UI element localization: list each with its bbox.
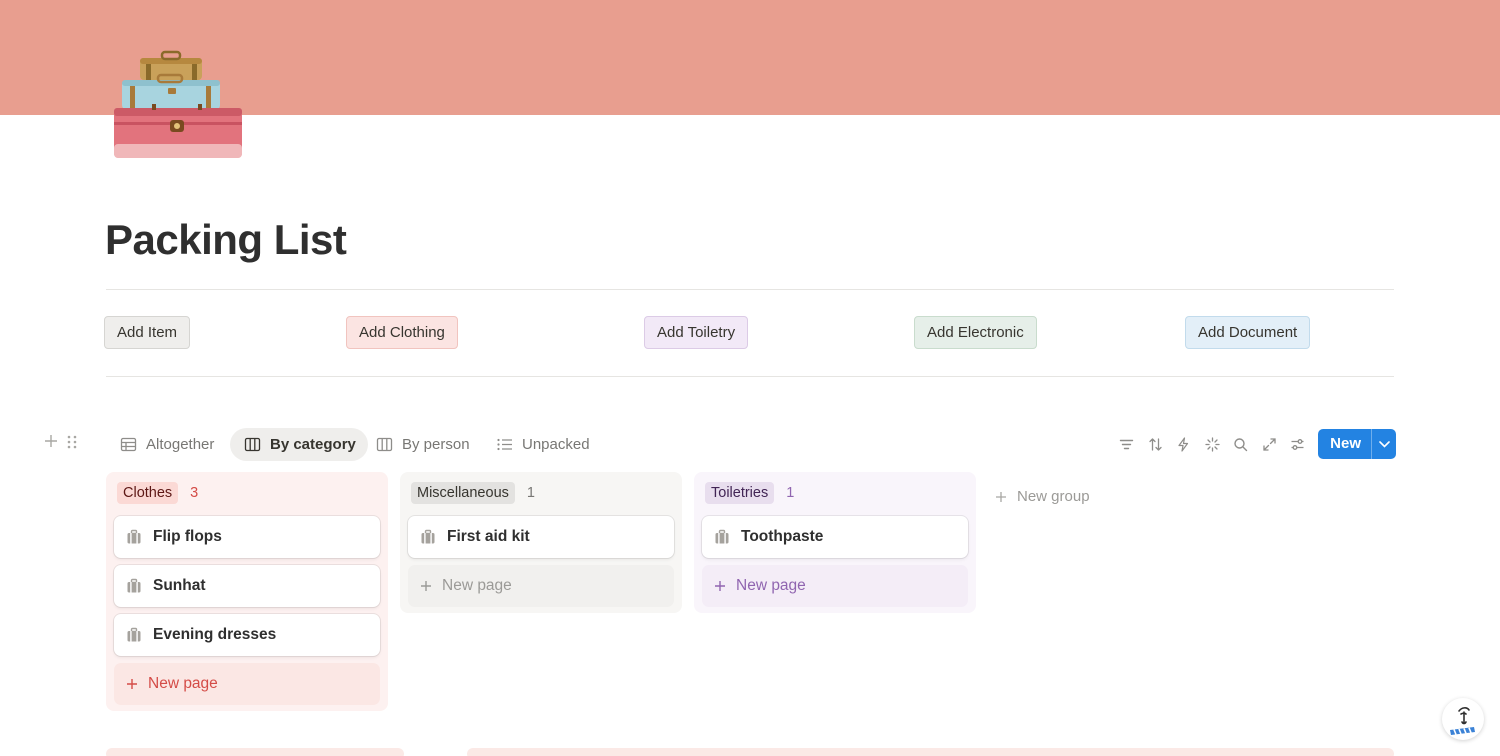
tab-label: Altogether [146, 436, 215, 453]
column-header[interactable]: Toiletries 1 [701, 480, 969, 506]
database-view-bar: Altogether By category By person Unpacke… [40, 426, 1396, 462]
group-count: 3 [190, 485, 199, 501]
new-page-label: New page [442, 577, 512, 594]
group-count: 1 [786, 485, 795, 501]
plus-icon [715, 581, 725, 591]
new-record-button-group: New [1318, 429, 1396, 459]
add-item-button[interactable]: Add Item [104, 316, 191, 349]
card-title: Toothpaste [741, 528, 824, 545]
card[interactable]: Flip flops [114, 516, 380, 558]
board-icon [376, 437, 393, 452]
add-toiletry-button[interactable]: Add Toiletry [644, 316, 749, 349]
tab-label: Unpacked [522, 436, 590, 453]
new-dropdown-button[interactable] [1371, 429, 1396, 459]
tab-by-category[interactable]: By category [230, 428, 368, 461]
group-pill: Clothes [117, 482, 179, 504]
new-page-button[interactable]: New page [114, 663, 380, 705]
card-title: Sunhat [153, 577, 206, 594]
card-title: First aid kit [447, 528, 530, 545]
new-group-label: New group [1017, 488, 1090, 505]
suitcase-icon [127, 578, 141, 593]
table-icon [120, 437, 137, 452]
tab-altogether[interactable]: Altogether [106, 428, 226, 461]
card-title: Flip flops [153, 528, 222, 545]
tab-unpacked[interactable]: Unpacked [482, 428, 602, 461]
divider [106, 376, 1394, 377]
next-block-left [106, 748, 404, 756]
suitcase-icon [127, 627, 141, 642]
card[interactable]: Toothpaste [702, 516, 968, 558]
board-column-miscellaneous: Miscellaneous 1 First aid kit New page [400, 472, 682, 613]
new-page-label: New page [736, 577, 806, 594]
new-page-button[interactable]: New page [702, 565, 968, 607]
board-column-clothes: Clothes 3 Flip flops Sunhat Evening dres… [106, 472, 388, 711]
group-pill: Toiletries [705, 482, 775, 504]
tab-by-person[interactable]: By person [362, 428, 482, 461]
column-header[interactable]: Clothes 3 [113, 480, 381, 506]
group-count: 1 [526, 485, 535, 501]
board-column-toiletries: Toiletries 1 Toothpaste New page [694, 472, 976, 613]
assistant-face-icon [1450, 707, 1475, 735]
expand-icon[interactable] [1255, 429, 1284, 459]
add-clothing-button[interactable]: Add Clothing [346, 316, 458, 349]
new-group-button[interactable]: New group [995, 488, 1090, 505]
ai-sparkle-icon[interactable] [1198, 429, 1227, 459]
tab-label: By category [270, 436, 356, 453]
search-icon[interactable] [1227, 429, 1256, 459]
suitcase-icon [715, 529, 729, 544]
filter-icon[interactable] [1113, 429, 1142, 459]
suitcase-icon [127, 529, 141, 544]
view-toolbar: New [1113, 429, 1396, 459]
new-page-button[interactable]: New page [408, 565, 674, 607]
plus-icon [996, 491, 1006, 502]
column-header[interactable]: Miscellaneous 1 [407, 480, 675, 506]
plus-icon [127, 679, 137, 689]
board-icon [244, 437, 261, 452]
card-title: Evening dresses [153, 626, 277, 643]
stacked-suitcases-icon[interactable] [112, 50, 244, 162]
group-pill: Miscellaneous [411, 482, 515, 504]
new-record-button[interactable]: New [1318, 429, 1371, 459]
settings-icon[interactable] [1284, 429, 1313, 459]
sort-icon[interactable] [1141, 429, 1170, 459]
divider [106, 289, 1394, 290]
drag-handle-icon[interactable] [66, 434, 78, 455]
tab-label: By person [402, 436, 470, 453]
add-block-icon[interactable] [44, 434, 58, 453]
card[interactable]: Sunhat [114, 565, 380, 607]
chevron-down-icon [1378, 440, 1390, 448]
card[interactable]: Evening dresses [114, 614, 380, 656]
add-electronic-button[interactable]: Add Electronic [914, 316, 1037, 349]
assistant-button[interactable] [1442, 698, 1484, 740]
suitcase-icon [421, 529, 435, 544]
plus-icon [421, 581, 431, 591]
list-icon [497, 438, 512, 451]
new-page-label: New page [148, 675, 218, 692]
page-title[interactable]: Packing List [105, 216, 347, 264]
next-block-right [467, 748, 1394, 756]
card[interactable]: First aid kit [408, 516, 674, 558]
automation-icon[interactable] [1170, 429, 1199, 459]
add-document-button[interactable]: Add Document [1185, 316, 1311, 349]
